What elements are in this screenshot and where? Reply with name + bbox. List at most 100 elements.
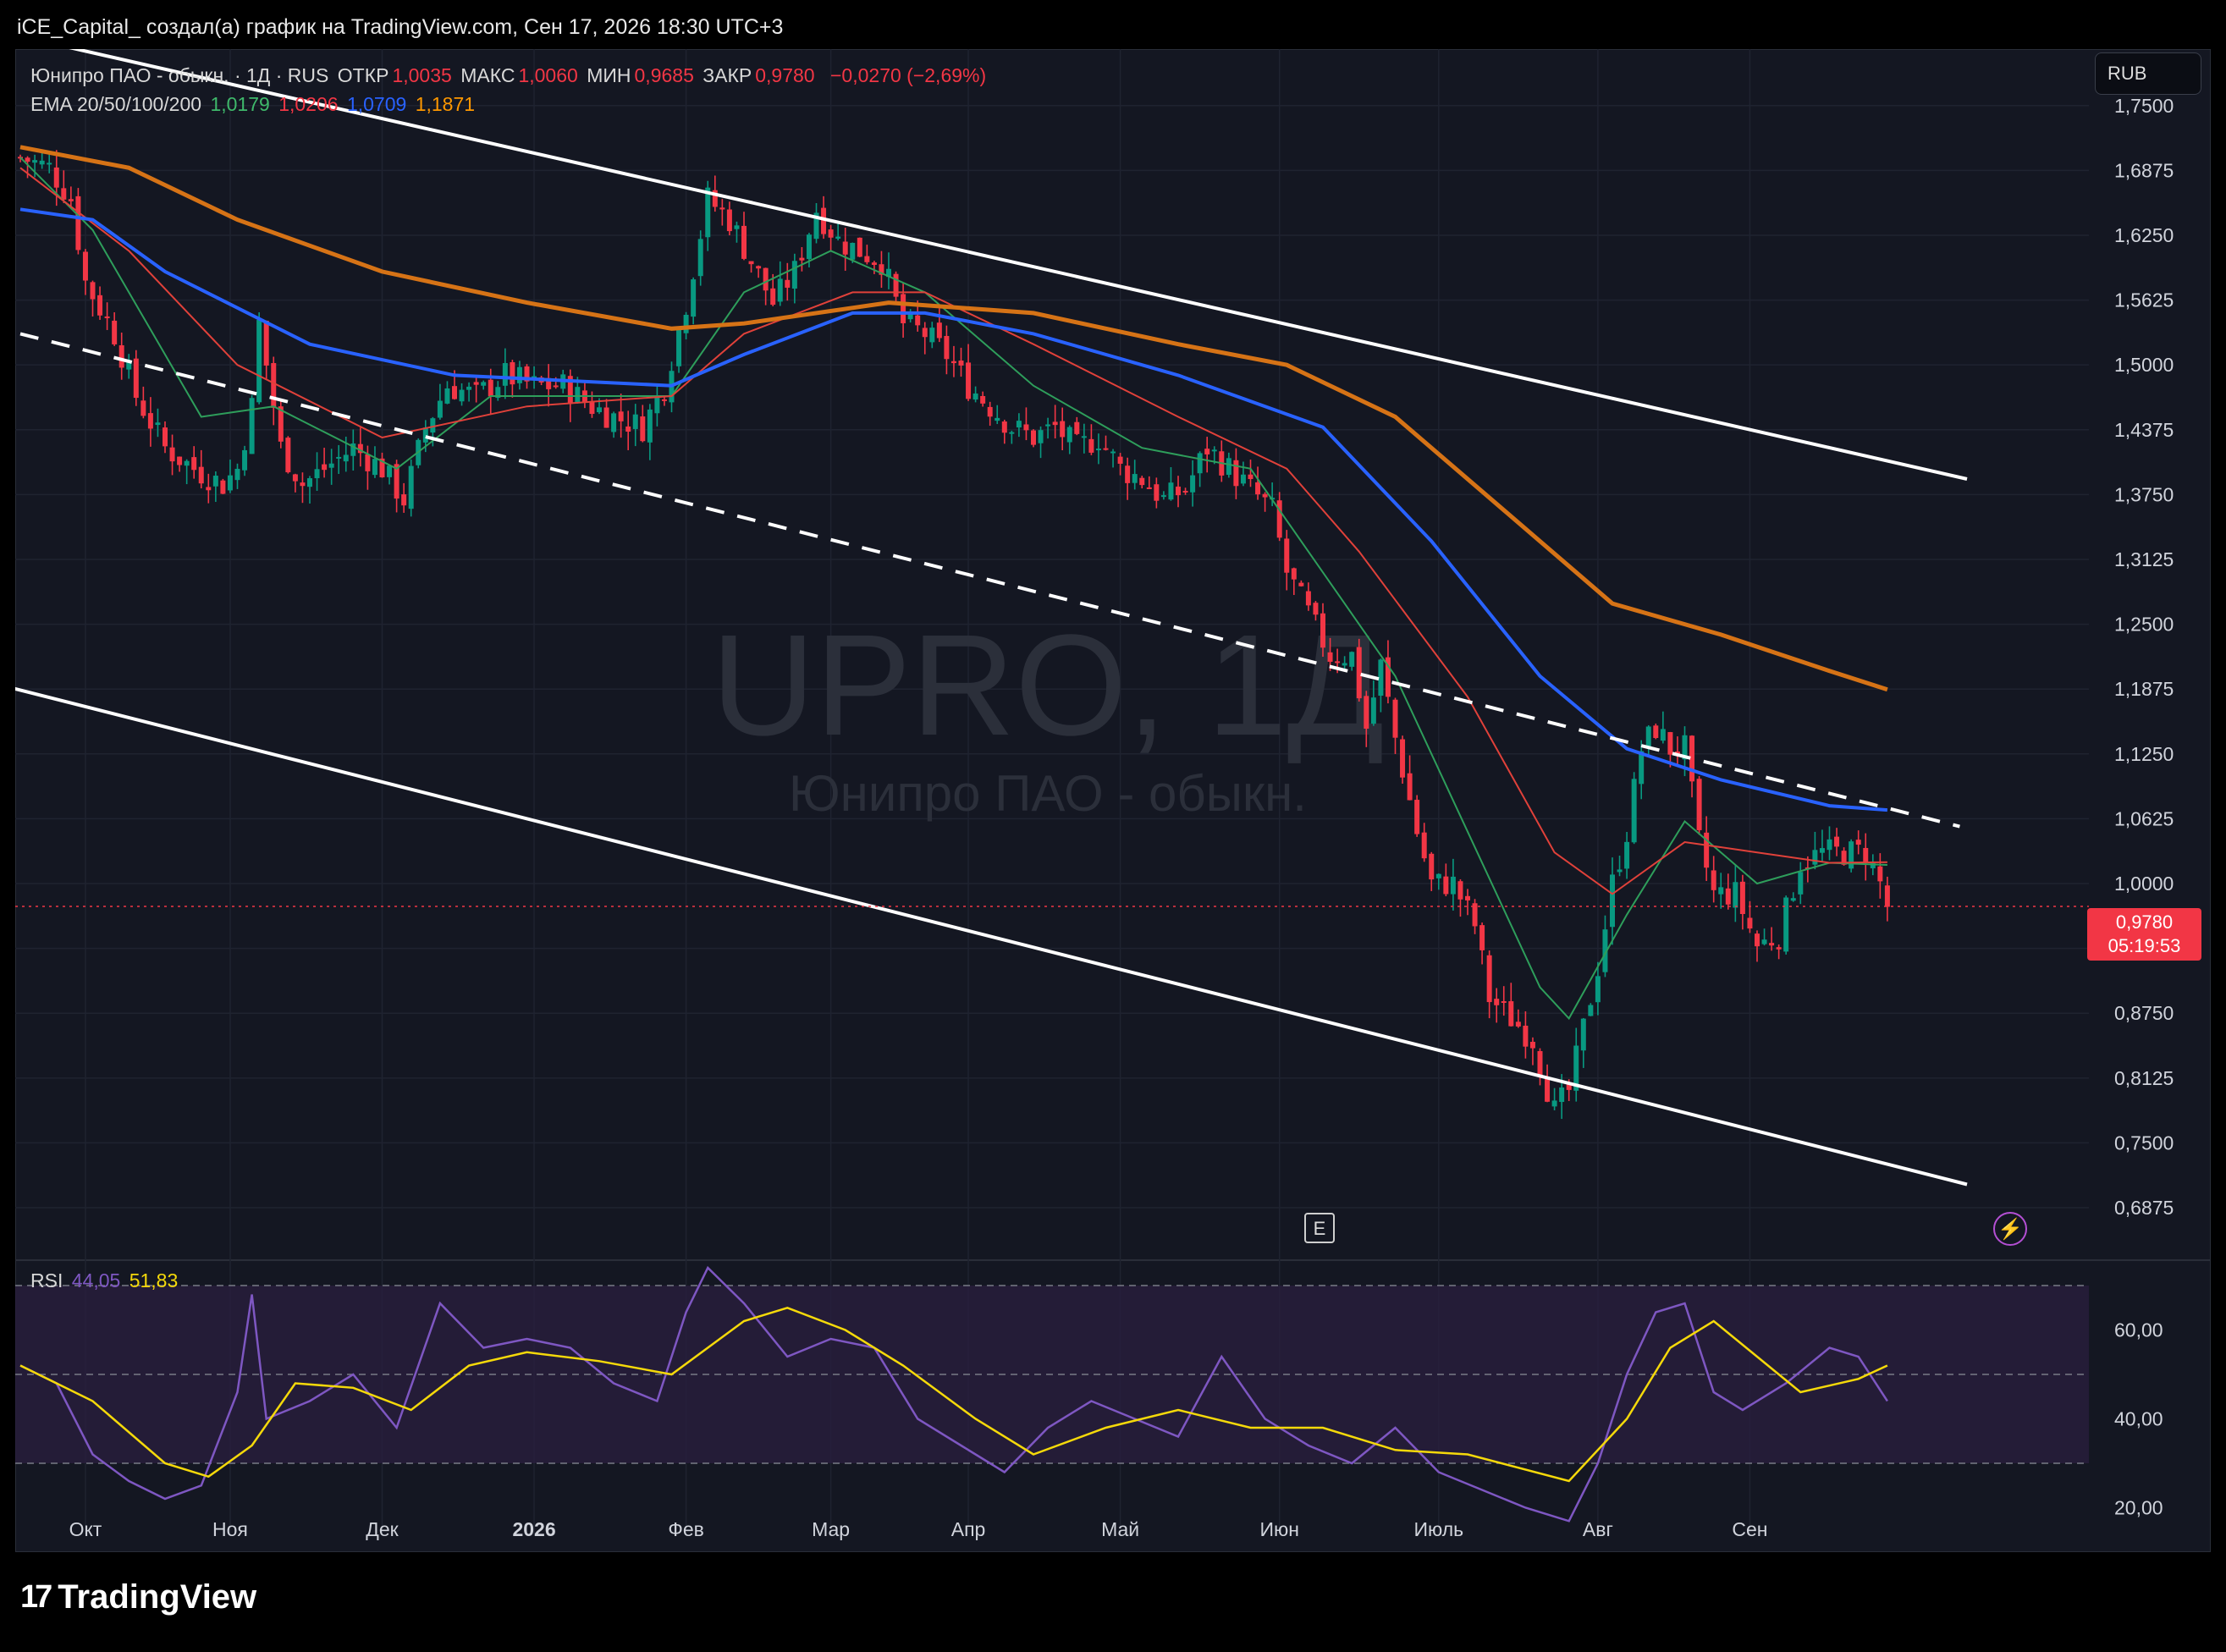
candle-body bbox=[1204, 449, 1210, 454]
candle-body bbox=[1718, 887, 1724, 895]
candle-body bbox=[950, 361, 956, 364]
candle-body bbox=[1769, 943, 1775, 946]
time-tick-label: Июль bbox=[1413, 1518, 1463, 1540]
candle-body bbox=[835, 236, 841, 240]
candle-body bbox=[1060, 421, 1066, 438]
tradingview-logo[interactable]: 17 TradingView bbox=[20, 1578, 256, 1616]
ema200-value: 1,1871 bbox=[415, 93, 476, 115]
candle-body bbox=[980, 395, 986, 404]
candle-body bbox=[488, 379, 493, 397]
candle-body bbox=[328, 463, 334, 468]
time-tick-label: Дек bbox=[366, 1518, 399, 1540]
watermark-name: Юнипро ПАО - обыкн. bbox=[789, 765, 1307, 822]
candle-body bbox=[1457, 881, 1463, 900]
candle-body bbox=[39, 160, 45, 165]
candle-body bbox=[104, 316, 110, 318]
ema-label: EMA 20/50/100/200 bbox=[30, 93, 202, 115]
low-label: МИН bbox=[587, 64, 631, 86]
time-tick-label: Май bbox=[1101, 1518, 1139, 1540]
candle-body bbox=[748, 261, 754, 265]
candle-body bbox=[1631, 779, 1637, 843]
rsi-tick-label: 40,00 bbox=[2114, 1408, 2163, 1430]
candle-body bbox=[1023, 424, 1029, 431]
candle-body bbox=[893, 273, 899, 297]
candle-body bbox=[408, 465, 414, 509]
candle-body bbox=[1262, 493, 1268, 498]
candle-body bbox=[1407, 773, 1413, 801]
candle-body bbox=[1038, 430, 1044, 443]
candle-body bbox=[1349, 652, 1355, 667]
candle-body bbox=[234, 468, 240, 481]
candle-body bbox=[271, 363, 277, 408]
candle-body bbox=[1313, 603, 1319, 615]
time-tick-label: 2026 bbox=[512, 1518, 555, 1540]
candle-body bbox=[430, 418, 436, 433]
candle-body bbox=[1479, 925, 1485, 950]
candle-body bbox=[1653, 725, 1659, 738]
candle-body bbox=[1009, 432, 1015, 434]
candle-body bbox=[422, 427, 428, 443]
candle-body bbox=[90, 282, 96, 300]
earnings-badge[interactable]: E bbox=[1304, 1213, 1335, 1243]
candle-body bbox=[1132, 474, 1138, 483]
candle-body bbox=[1066, 427, 1072, 443]
last-price-tag: 0,9780 05:19:53 bbox=[2087, 908, 2201, 961]
candle-body bbox=[791, 261, 797, 289]
candle-body bbox=[597, 407, 602, 413]
candle-body bbox=[1660, 729, 1666, 741]
candle-body bbox=[1154, 484, 1160, 501]
candle-body bbox=[1125, 465, 1131, 483]
candle-body bbox=[1551, 1100, 1557, 1107]
candle-body bbox=[1595, 976, 1601, 1003]
rsi-label: RSI bbox=[30, 1269, 63, 1291]
candle-body bbox=[249, 398, 255, 454]
candle-body bbox=[575, 387, 581, 403]
candle-body bbox=[864, 256, 870, 262]
candle-body bbox=[1146, 487, 1152, 489]
candle-body bbox=[1761, 939, 1767, 944]
rsi-tick-label: 60,00 bbox=[2114, 1319, 2163, 1341]
candle-body bbox=[726, 209, 732, 232]
candle-body bbox=[966, 362, 972, 399]
candle-body bbox=[227, 475, 233, 491]
candle-body bbox=[1711, 870, 1716, 890]
change-value: −0,0270 (−2,69%) bbox=[830, 64, 987, 86]
candle-body bbox=[661, 399, 667, 401]
candle-body bbox=[1465, 895, 1470, 900]
candle-body bbox=[1624, 841, 1630, 869]
candle-body bbox=[1327, 652, 1333, 662]
candle-body bbox=[697, 239, 703, 277]
candle-body bbox=[1733, 882, 1738, 908]
price-tick-label: 1,6250 bbox=[2114, 224, 2174, 246]
candle-body bbox=[871, 262, 877, 265]
candle-body bbox=[1863, 847, 1869, 863]
candle-body bbox=[1356, 647, 1362, 699]
candle-body bbox=[285, 438, 291, 473]
candle-body bbox=[944, 335, 950, 360]
candle-body bbox=[184, 460, 190, 466]
rsi-legend: RSI 44,05 51,83 bbox=[30, 1269, 181, 1292]
currency-button[interactable]: RUB bbox=[2095, 52, 2201, 95]
candle-body bbox=[1529, 1042, 1535, 1049]
candle-body bbox=[1421, 832, 1427, 859]
watermark-ticker: UPRO, 1Д bbox=[711, 605, 1384, 766]
candle-body bbox=[97, 295, 103, 316]
candle-body bbox=[1197, 453, 1203, 474]
candle-body bbox=[828, 229, 834, 238]
candle-body bbox=[741, 225, 747, 259]
candle-body bbox=[922, 328, 928, 338]
candle-body bbox=[1588, 1005, 1594, 1016]
candle-body bbox=[632, 414, 638, 429]
ema-legend: EMA 20/50/100/200 1,0179 1,0206 1,0709 1… bbox=[30, 93, 478, 116]
candle-body bbox=[1610, 874, 1615, 928]
rsi-value: 44,05 bbox=[71, 1269, 121, 1291]
price-tick-label: 1,4375 bbox=[2114, 419, 2174, 441]
candle-body bbox=[640, 416, 646, 442]
candle-body bbox=[292, 474, 298, 482]
price-chart: UPRO, 1Д Юнипро ПАО - обыкн. 1,7500 1,687… bbox=[15, 49, 2211, 1540]
candle-body bbox=[1414, 799, 1420, 834]
bolt-icon[interactable]: ⚡ bbox=[1993, 1212, 2027, 1246]
candle-body bbox=[618, 411, 624, 421]
candle-body bbox=[1081, 436, 1087, 438]
candle-body bbox=[212, 476, 218, 487]
